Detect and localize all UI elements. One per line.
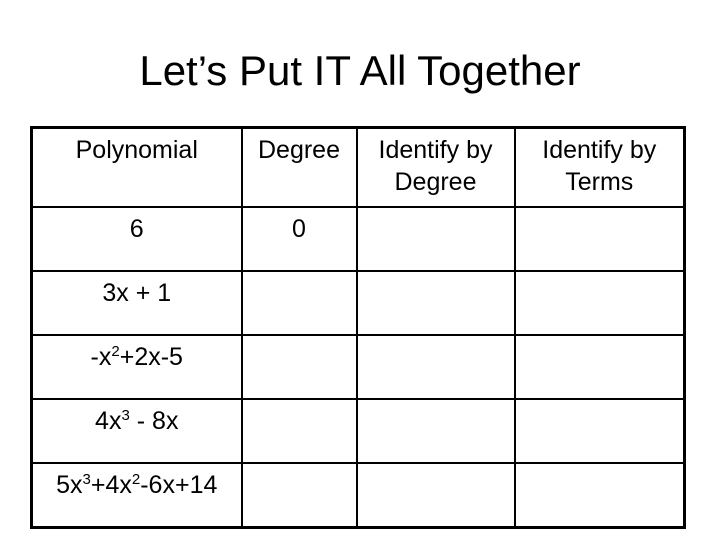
table-row: 3x + 1 <box>30 270 686 336</box>
cell-identify-by-terms <box>513 206 686 272</box>
exponent: 2 <box>131 471 141 488</box>
header-identify-by-degree-line1: Identify by <box>378 136 493 164</box>
cell-identify-by-degree <box>355 398 516 464</box>
cell-polynomial: 6 <box>30 206 243 272</box>
table-row: 5x3+4x2-6x+14 <box>30 462 686 529</box>
table-row: -x2+2x-5 <box>30 334 686 400</box>
polynomial-table: Polynomial Degree Identify by Degree Ide… <box>30 126 686 529</box>
cell-polynomial: 5x3+4x2-6x+14 <box>30 462 243 529</box>
table-row: 6 0 <box>30 206 686 272</box>
header-identify-by-terms-line1: Identify by <box>542 136 657 164</box>
cell-degree <box>240 462 358 529</box>
header-identify-by-degree-line2: Degree <box>394 168 477 196</box>
cell-degree <box>240 398 358 464</box>
header-identify-by-degree: Identify by Degree <box>355 126 516 208</box>
cell-identify-by-terms <box>513 270 686 336</box>
header-degree: Degree <box>240 126 358 208</box>
cell-identify-by-degree <box>355 270 516 336</box>
table-header-row: Polynomial Degree Identify by Degree Ide… <box>30 126 686 208</box>
header-identify-by-terms-line2: Terms <box>565 168 634 196</box>
header-polynomial: Polynomial <box>30 126 243 208</box>
cell-identify-by-degree <box>355 334 516 400</box>
cell-polynomial: -x2+2x-5 <box>30 334 243 400</box>
header-degree-label: Degree <box>258 136 340 164</box>
header-identify-by-terms: Identify by Terms <box>513 126 686 208</box>
cell-polynomial: 3x + 1 <box>30 270 243 336</box>
cell-identify-by-terms <box>513 462 686 529</box>
header-polynomial-label: Polynomial <box>75 136 198 164</box>
exponent: 2 <box>111 343 120 360</box>
slide-title: Let’s Put IT All Together <box>139 47 581 94</box>
cell-degree <box>240 334 358 400</box>
cell-degree: 0 <box>240 206 358 272</box>
table-row: 4x3 - 8x <box>30 398 686 464</box>
exponent: 3 <box>82 471 91 488</box>
cell-identify-by-terms <box>513 334 686 400</box>
cell-degree <box>240 270 358 336</box>
cell-identify-by-terms <box>513 398 686 464</box>
cell-polynomial: 4x3 - 8x <box>30 398 243 464</box>
exponent: 3 <box>121 407 130 424</box>
cell-identify-by-degree <box>355 206 516 272</box>
cell-identify-by-degree <box>355 462 516 529</box>
